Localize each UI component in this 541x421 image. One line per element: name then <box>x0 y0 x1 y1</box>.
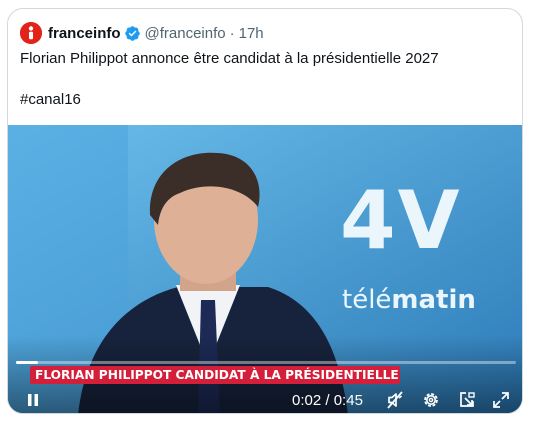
video-controls: 0:02 / 0:45 <box>8 387 522 413</box>
franceinfo-logo-icon[interactable] <box>20 22 42 44</box>
time-current: 0:02 <box>292 392 322 409</box>
fullscreen-button[interactable] <box>488 387 514 413</box>
fullscreen-icon <box>493 392 509 408</box>
channel-logo-4v: 4V <box>340 174 462 267</box>
post-time[interactable]: 17h <box>239 25 264 42</box>
time-readout: 0:02 / 0:45 <box>292 392 363 409</box>
logo-sub-regular: télé <box>342 285 392 315</box>
muted-speaker-icon <box>387 391 403 409</box>
settings-button[interactable] <box>418 387 444 413</box>
picture-in-picture-icon <box>460 392 475 407</box>
pip-button[interactable] <box>454 387 480 413</box>
time-total: 0:45 <box>333 392 363 409</box>
verified-badge-icon <box>124 25 140 41</box>
time-separator: / <box>321 392 334 409</box>
progress-bar[interactable] <box>16 361 516 364</box>
tweet-header: franceinfo @franceinfo · 17h <box>20 19 264 47</box>
tweet-card[interactable]: franceinfo @franceinfo · 17h Florian Phi… <box>7 8 523 414</box>
mute-button[interactable] <box>382 387 408 413</box>
video-player[interactable]: 4V télématin FLORIAN PHILIPPOT CANDIDAT … <box>8 125 522 413</box>
logo-sub-bold: matin <box>391 285 476 315</box>
pause-icon <box>28 394 38 406</box>
gear-icon <box>424 393 438 407</box>
hashtag-text: #canal16 <box>20 91 81 108</box>
separator-dot: · <box>229 24 235 42</box>
news-banner: FLORIAN PHILIPPOT CANDIDAT À LA PRÉSIDEN… <box>30 366 400 384</box>
display-name[interactable]: franceinfo <box>48 25 121 42</box>
channel-logo-telematin: télématin <box>342 285 476 315</box>
tweet-text: Florian Philippot annonce être candidat … <box>20 50 439 67</box>
progress-fill <box>16 361 38 364</box>
user-handle[interactable]: @franceinfo <box>145 25 226 42</box>
pause-button[interactable] <box>20 387 46 413</box>
